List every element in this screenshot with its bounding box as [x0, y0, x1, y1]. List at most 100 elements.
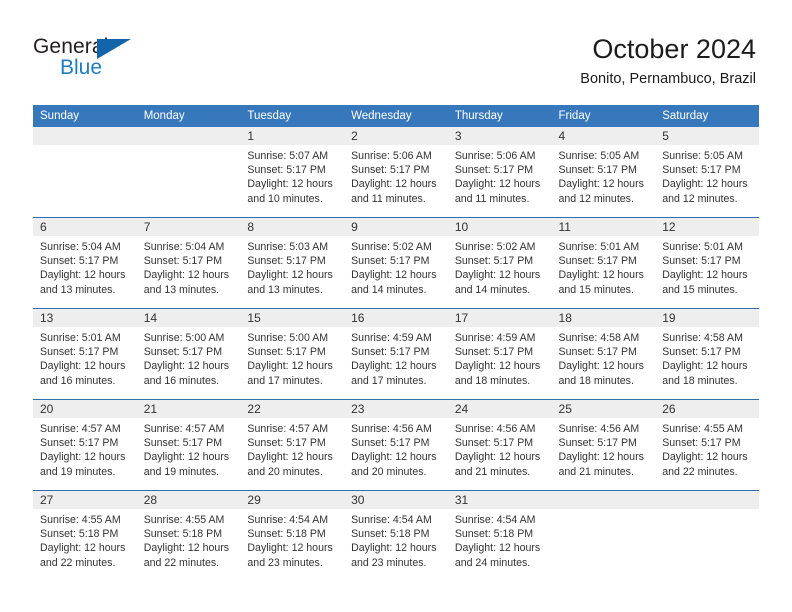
- calendar-day-cell[interactable]: 15 Sunrise: 5:00 AM Sunset: 5:17 PM Dayligh…: [240, 309, 345, 399]
- sunset-text: Sunset: 5:17 PM: [143, 255, 223, 268]
- day-number: 2: [344, 127, 448, 145]
- calendar-day-cell[interactable]: 28 Sunrise: 4:55 AM Sunset: 5:18 PM Dayligh…: [136, 491, 241, 581]
- calendar-week-row: 13 Sunrise: 5:01 AM Sunset: 5:17 PM Dayligh…: [33, 308, 759, 400]
- sunset-text: Sunset: 5:17 PM: [558, 255, 637, 268]
- daylight-text-line2: and 18 minutes.: [558, 374, 634, 387]
- sunrise-text: Sunrise: 5:05 AM: [558, 150, 640, 162]
- daylight-text-line1: Daylight: 12 hours: [662, 178, 748, 191]
- calendar-day-cell[interactable]: 10 Sunrise: 5:02 AM Sunset: 5:17 PM Dayligh…: [447, 218, 552, 308]
- day-details: Sunrise: 4:56 AM Sunset: 5:17 PM Daylight:…: [448, 418, 552, 479]
- day-number: 11: [551, 218, 656, 236]
- calendar-day-cell[interactable]: 23 Sunrise: 4:56 AM Sunset: 5:17 PM Dayligh…: [344, 400, 448, 490]
- calendar-day-cell[interactable]: 21 Sunrise: 4:57 AM Sunset: 5:17 PM Dayligh…: [136, 400, 241, 490]
- sunset-text: Sunset: 5:17 PM: [143, 346, 223, 359]
- calendar-day-cell[interactable]: 5 Sunrise: 5:05 AM Sunset: 5:17 PM Daylight…: [655, 127, 759, 217]
- weekday-header-thursday: Thursday: [447, 105, 552, 127]
- calendar-day-cell[interactable]: 6 Sunrise: 5:04 AM Sunset: 5:17 PM Daylight…: [33, 218, 137, 308]
- calendar-day-cell[interactable]: 31 Sunrise: 4:54 AM Sunset: 5:18 PM Dayligh…: [447, 491, 552, 581]
- calendar-cell: 4 Sunrise: 5:05 AM Sunset: 5:17 PM Daylight…: [551, 127, 656, 218]
- daylight-text-line1: Daylight: 12 hours: [662, 360, 748, 373]
- daylight-text-line1: Daylight: 12 hours: [247, 178, 333, 191]
- calendar-cell: 2 Sunrise: 5:06 AM Sunset: 5:17 PM Daylight…: [344, 127, 448, 218]
- calendar-body: 1 Sunrise: 5:07 AM Sunset: 5:17 PM Daylight…: [33, 127, 759, 581]
- day-number: 15: [240, 309, 345, 327]
- brand-logo[interactable]: General Blue: [33, 36, 163, 84]
- calendar-day-cell[interactable]: 24 Sunrise: 4:56 AM Sunset: 5:17 PM Dayligh…: [447, 400, 552, 490]
- calendar-day-cell[interactable]: 7 Sunrise: 5:04 AM Sunset: 5:17 PM Daylight…: [136, 218, 241, 308]
- day-details: Sunrise: 4:57 AM Sunset: 5:17 PM Daylight:…: [137, 418, 241, 479]
- daylight-text-line1: Daylight: 12 hours: [454, 542, 541, 555]
- calendar-day-cell[interactable]: 3 Sunrise: 5:06 AM Sunset: 5:17 PM Daylight…: [447, 127, 552, 217]
- calendar-day-cell[interactable]: 20 Sunrise: 4:57 AM Sunset: 5:17 PM Dayligh…: [33, 400, 137, 490]
- calendar-day-cell[interactable]: 12 Sunrise: 5:01 AM Sunset: 5:17 PM Dayligh…: [655, 218, 759, 308]
- calendar-day-cell[interactable]: 2 Sunrise: 5:06 AM Sunset: 5:17 PM Daylight…: [344, 127, 448, 217]
- daylight-text-line1: Daylight: 12 hours: [351, 451, 437, 464]
- calendar-day-cell[interactable]: 14 Sunrise: 5:00 AM Sunset: 5:17 PM Dayligh…: [136, 309, 241, 399]
- daylight-text-line2: and 23 minutes.: [351, 556, 427, 569]
- daylight-text-line2: and 12 minutes.: [558, 192, 634, 205]
- calendar-cell: 1 Sunrise: 5:07 AM Sunset: 5:17 PM Daylight…: [240, 127, 345, 218]
- day-details: Sunrise: 5:01 AM Sunset: 5:17 PM Daylight:…: [33, 327, 137, 388]
- calendar-day-cell[interactable]: 25 Sunrise: 4:56 AM Sunset: 5:17 PM Dayligh…: [551, 400, 656, 490]
- sunset-text: Sunset: 5:17 PM: [40, 346, 119, 359]
- day-number: 23: [344, 400, 448, 418]
- day-details: Sunrise: 4:58 AM Sunset: 5:17 PM Daylight:…: [655, 327, 759, 388]
- calendar-cell: 12 Sunrise: 5:01 AM Sunset: 5:17 PM Dayligh…: [655, 217, 759, 309]
- day-details: Sunrise: 5:02 AM Sunset: 5:17 PM Daylight:…: [344, 236, 448, 297]
- sunrise-text: Sunrise: 5:06 AM: [454, 150, 536, 162]
- calendar-day-cell[interactable]: 27 Sunrise: 4:55 AM Sunset: 5:18 PM Dayligh…: [33, 491, 137, 581]
- weekday-header-row: Sunday Monday Tuesday Wednesday Thursday…: [33, 105, 759, 127]
- day-number: [551, 491, 656, 509]
- daylight-text-line2: and 16 minutes.: [40, 374, 116, 387]
- daylight-text-line2: and 11 minutes.: [454, 192, 530, 205]
- page-header: General Blue October 2024 Bonito, Pernam…: [0, 0, 792, 100]
- calendar-day-cell[interactable]: 11 Sunrise: 5:01 AM Sunset: 5:17 PM Dayligh…: [551, 218, 656, 308]
- day-details: Sunrise: 4:54 AM Sunset: 5:18 PM Daylight:…: [344, 509, 448, 570]
- daylight-text-line1: Daylight: 12 hours: [40, 269, 126, 282]
- calendar-cell: 26 Sunrise: 4:55 AM Sunset: 5:17 PM Dayligh…: [655, 399, 759, 491]
- day-number: 29: [240, 491, 345, 509]
- sunset-text: Sunset: 5:18 PM: [40, 528, 119, 541]
- calendar-day-cell[interactable]: 8 Sunrise: 5:03 AM Sunset: 5:17 PM Daylight…: [240, 218, 345, 308]
- weekday-header-sunday: Sunday: [33, 105, 137, 127]
- calendar-day-cell[interactable]: 13 Sunrise: 5:01 AM Sunset: 5:17 PM Dayligh…: [33, 309, 137, 399]
- calendar-day-cell[interactable]: 1 Sunrise: 5:07 AM Sunset: 5:17 PM Daylight…: [240, 127, 345, 217]
- daylight-text-line2: and 18 minutes.: [662, 374, 738, 387]
- sunrise-text: Sunrise: 5:05 AM: [662, 150, 743, 162]
- sunrise-text: Sunrise: 5:07 AM: [247, 150, 329, 162]
- day-details: Sunrise: 5:00 AM Sunset: 5:17 PM Daylight:…: [240, 327, 344, 388]
- day-number: 30: [344, 491, 448, 509]
- calendar-day-cell[interactable]: 4 Sunrise: 5:05 AM Sunset: 5:17 PM Daylight…: [551, 127, 656, 217]
- sunrise-text: Sunrise: 5:03 AM: [247, 241, 329, 253]
- sunrise-text: Sunrise: 4:58 AM: [662, 332, 743, 344]
- calendar-day-cell[interactable]: 30 Sunrise: 4:54 AM Sunset: 5:18 PM Dayligh…: [344, 491, 448, 581]
- day-details: Sunrise: 5:04 AM Sunset: 5:17 PM Daylight:…: [137, 236, 241, 297]
- sunset-text: Sunset: 5:17 PM: [143, 437, 223, 450]
- daylight-text-line2: and 13 minutes.: [40, 283, 116, 296]
- weekday-header-wednesday: Wednesday: [344, 105, 448, 127]
- calendar-day-cell[interactable]: 29 Sunrise: 4:54 AM Sunset: 5:18 PM Dayligh…: [240, 491, 345, 581]
- sunrise-text: Sunrise: 5:02 AM: [351, 241, 432, 253]
- daylight-text-line1: Daylight: 12 hours: [143, 360, 230, 373]
- sunrise-text: Sunrise: 4:59 AM: [454, 332, 536, 344]
- calendar-day-cell[interactable]: 18 Sunrise: 4:58 AM Sunset: 5:17 PM Dayligh…: [551, 309, 656, 399]
- calendar-day-cell[interactable]: 17 Sunrise: 4:59 AM Sunset: 5:17 PM Dayligh…: [447, 309, 552, 399]
- calendar-day-cell[interactable]: 22 Sunrise: 4:57 AM Sunset: 5:17 PM Dayligh…: [240, 400, 345, 490]
- calendar-cell: 31 Sunrise: 4:54 AM Sunset: 5:18 PM Dayligh…: [447, 490, 552, 581]
- daylight-text-line1: Daylight: 12 hours: [454, 178, 541, 191]
- day-number: 7: [136, 218, 241, 236]
- calendar-day-cell[interactable]: 16 Sunrise: 4:59 AM Sunset: 5:17 PM Dayligh…: [344, 309, 448, 399]
- daylight-text-line2: and 17 minutes.: [351, 374, 427, 387]
- daylight-text-line2: and 23 minutes.: [247, 556, 323, 569]
- calendar-day-cell[interactable]: 26 Sunrise: 4:55 AM Sunset: 5:17 PM Dayligh…: [655, 400, 759, 490]
- daylight-text-line2: and 22 minutes.: [662, 465, 738, 478]
- calendar-day-cell[interactable]: 19 Sunrise: 4:58 AM Sunset: 5:17 PM Dayligh…: [655, 309, 759, 399]
- day-details: Sunrise: 4:56 AM Sunset: 5:17 PM Daylight:…: [344, 418, 448, 479]
- sunset-text: Sunset: 5:17 PM: [662, 346, 741, 359]
- day-details: Sunrise: 5:07 AM Sunset: 5:17 PM Daylight:…: [240, 145, 344, 206]
- calendar-cell: [33, 127, 137, 218]
- calendar-day-cell[interactable]: 9 Sunrise: 5:02 AM Sunset: 5:17 PM Daylight…: [344, 218, 448, 308]
- day-number: 10: [447, 218, 552, 236]
- sunrise-text: Sunrise: 5:04 AM: [143, 241, 225, 253]
- sunrise-text: Sunrise: 4:54 AM: [454, 514, 536, 526]
